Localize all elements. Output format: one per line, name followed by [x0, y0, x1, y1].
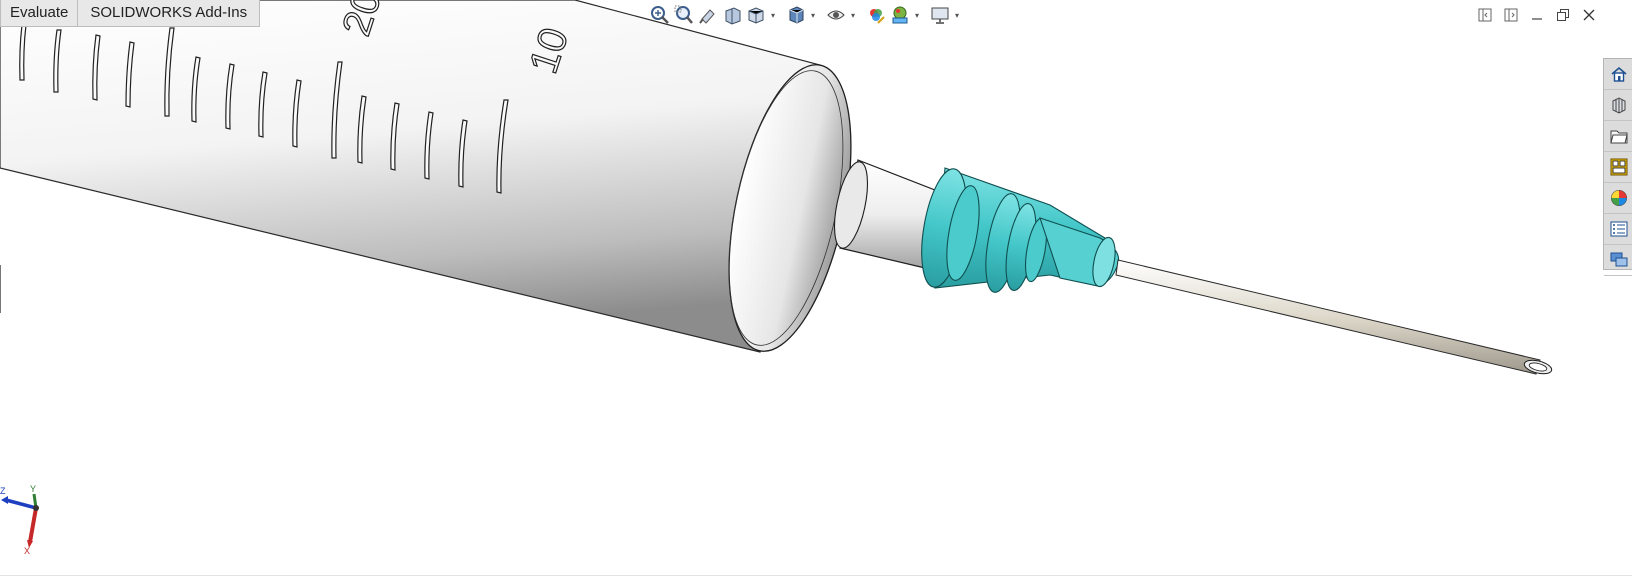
previous-view-icon[interactable]: [696, 3, 720, 27]
viewport-left-edge-marker: [0, 265, 1, 313]
tile-right-icon[interactable]: [1498, 4, 1524, 26]
view-settings-icon[interactable]: [928, 3, 952, 27]
command-manager-tabs: Evaluate SOLIDWORKS Add-Ins: [0, 0, 261, 27]
needle-shaft: [1115, 259, 1553, 375]
apply-scene-icon[interactable]: [888, 3, 912, 27]
heads-up-view-toolbar: ▾ ▾ ▾ ▾ ▾: [648, 3, 962, 27]
view-orientation-icon[interactable]: [744, 3, 768, 27]
window-controls: [1472, 4, 1602, 26]
apply-scene-dropdown-icon[interactable]: ▾: [912, 3, 922, 27]
task-pane-tabs: [1603, 58, 1632, 276]
custom-properties-icon[interactable]: [1604, 214, 1632, 245]
minimize-icon[interactable]: [1524, 4, 1550, 26]
close-icon[interactable]: [1576, 4, 1602, 26]
view-settings-dropdown-icon[interactable]: ▾: [952, 3, 962, 27]
tile-left-icon[interactable]: [1472, 4, 1498, 26]
triad-y-label: Y: [30, 484, 36, 494]
tab-evaluate[interactable]: Evaluate: [0, 0, 79, 27]
status-separator: [0, 575, 1632, 576]
display-style-dropdown-icon[interactable]: ▾: [808, 3, 818, 27]
hide-show-items-dropdown-icon[interactable]: ▾: [848, 3, 858, 27]
tab-solidworks-add-ins[interactable]: SOLIDWORKS Add-Ins: [78, 0, 261, 27]
view-palette-icon[interactable]: [1604, 152, 1632, 183]
needle-hub: [921, 167, 1120, 293]
design-library-icon[interactable]: [1604, 90, 1632, 121]
view-orientation-dropdown-icon[interactable]: ▾: [768, 3, 778, 27]
section-view-icon[interactable]: [720, 3, 744, 27]
restore-icon[interactable]: [1550, 4, 1576, 26]
zoom-to-area-icon[interactable]: [672, 3, 696, 27]
display-style-icon[interactable]: [784, 3, 808, 27]
triad-x-label: X: [24, 546, 30, 554]
reference-triad: Y Z X: [0, 484, 50, 556]
triad-z-label: Z: [0, 486, 6, 496]
zoom-to-fit-icon[interactable]: [648, 3, 672, 27]
home-icon[interactable]: [1604, 59, 1632, 90]
edit-appearance-icon[interactable]: [864, 3, 888, 27]
hide-show-items-icon[interactable]: [824, 3, 848, 27]
forum-icon[interactable]: [1604, 245, 1632, 276]
graphics-area[interactable]: 20 10: [0, 0, 1632, 579]
appearances-icon[interactable]: [1604, 183, 1632, 214]
file-explorer-icon[interactable]: [1604, 121, 1632, 152]
